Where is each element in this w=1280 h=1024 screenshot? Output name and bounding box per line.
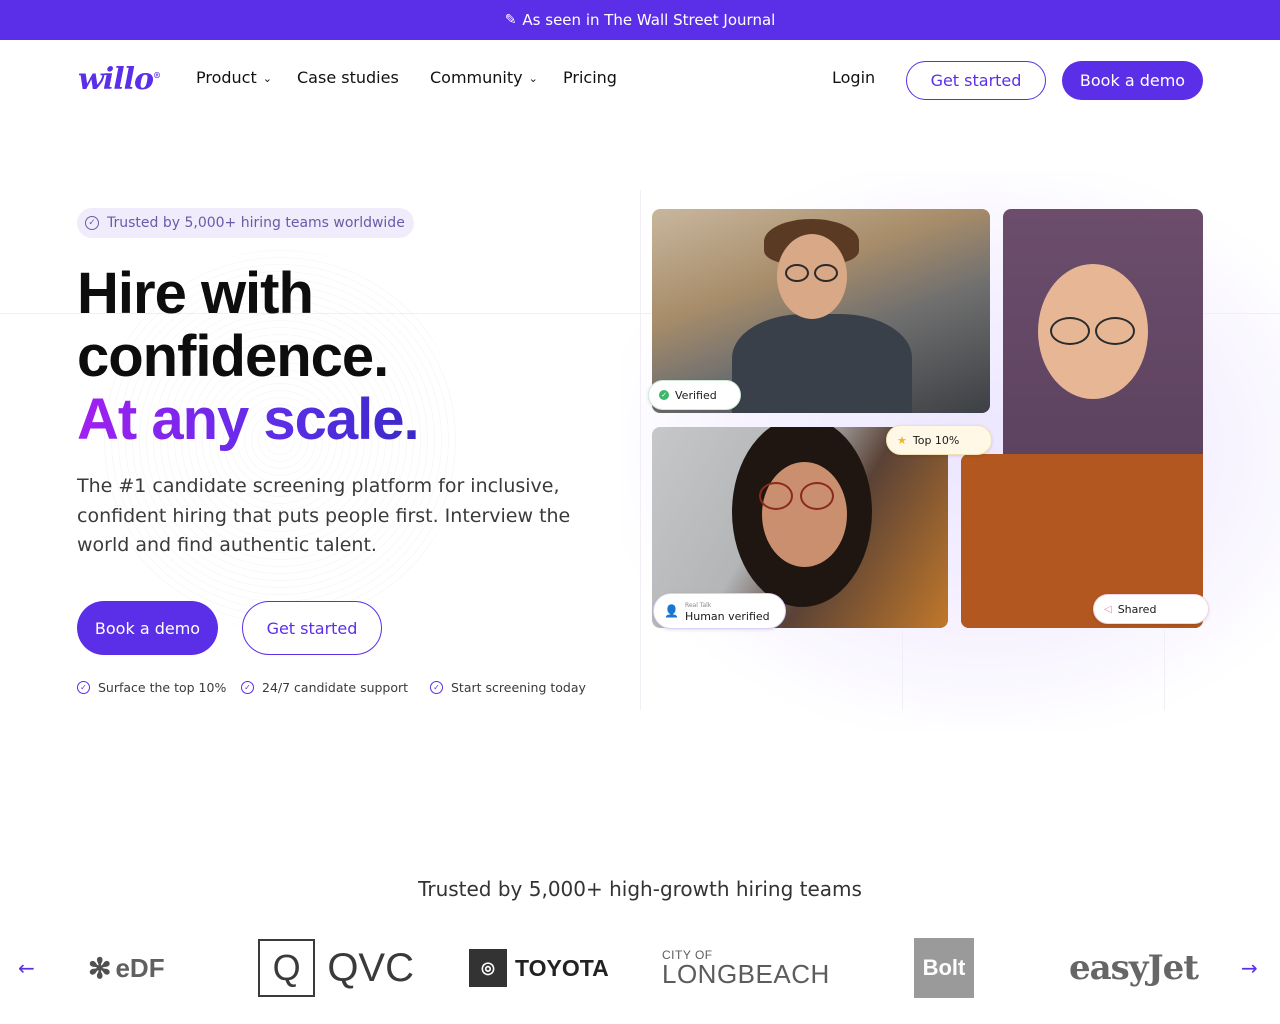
hero-subtext: The #1 candidate screening platform for … <box>77 475 571 556</box>
hero-book-demo-button[interactable]: Book a demo <box>77 601 218 655</box>
easyjet-logo: easyJet <box>1069 938 1221 998</box>
star-icon: ★ <box>897 433 907 447</box>
feature-item: ✓ Surface the top 10% <box>77 680 226 695</box>
check-circle-icon: ✓ <box>241 681 254 694</box>
arrow-left-icon[interactable]: ← <box>18 956 35 980</box>
user-check-icon: 👤 <box>664 604 679 618</box>
photo-shape <box>785 264 809 282</box>
hero-title: Hire with confidence. At any scale. <box>77 261 420 452</box>
photo-shape <box>814 264 838 282</box>
nav-product[interactable]: Product ⌄ <box>196 68 272 87</box>
header-book-demo-button[interactable]: Book a demo <box>1062 61 1203 100</box>
bolt-logo-text: Bolt <box>922 955 966 980</box>
logo-text: willo <box>78 62 154 97</box>
photo-shape <box>800 482 834 510</box>
pencil-icon: ✎ <box>504 12 517 28</box>
chevron-down-icon: ⌄ <box>262 72 272 85</box>
top-10-badge-text: Top 10% <box>912 433 960 447</box>
hero-title-line2: confidence. <box>77 324 389 389</box>
header-get-started-button[interactable]: Get started <box>906 61 1046 100</box>
feature-text: 24/7 candidate support <box>262 680 409 695</box>
candidate-photo-smiling-man <box>1003 209 1203 454</box>
toyota-logo: ◎ TOYOTA <box>469 938 609 998</box>
grid-line <box>902 630 903 710</box>
long-beach-text: LONGBEACH <box>662 959 830 989</box>
toyota-emblem-icon: ◎ <box>469 949 507 987</box>
photo-shape <box>759 482 793 510</box>
willo-logo[interactable]: willo® <box>78 62 161 97</box>
trust-pill: ✓ Trusted by 5,000+ hiring teams worldwi… <box>77 208 414 238</box>
photo-shape <box>762 462 847 567</box>
check-circle-icon: ✓ <box>77 681 90 694</box>
nav-pricing[interactable]: Pricing <box>563 68 617 87</box>
feature-item: ✓ 24/7 candidate support <box>241 680 408 695</box>
hero-get-started-button[interactable]: Get started <box>242 601 382 655</box>
check-circle-icon: ✓ <box>430 681 443 694</box>
toyota-logo-text: TOYOTA <box>515 954 609 981</box>
edf-logo: ✻ eDF <box>88 938 188 998</box>
arrow-right-icon[interactable]: → <box>1241 956 1258 980</box>
hero-title-line3: At any scale. <box>77 387 420 452</box>
logos-heading: Trusted by 5,000+ high-growth hiring tea… <box>418 877 862 901</box>
announcement-bar[interactable]: ✎ As seen in The Wall Street Journal <box>0 0 1280 40</box>
qvc-logo: Q QVC <box>258 938 414 998</box>
feature-text: Start screening today <box>451 680 586 695</box>
bolt-logo: Bolt <box>914 938 974 998</box>
verified-badge: ✓ Verified <box>648 380 741 410</box>
check-circle-icon: ✓ <box>85 216 99 230</box>
chevron-down-icon: ⌄ <box>528 72 538 85</box>
site-header: willo® Product ⌄ Case studies Community … <box>0 40 1280 120</box>
qvc-logo-mark: Q <box>258 939 316 997</box>
hero-title-line1: Hire with <box>77 261 314 326</box>
feature-text: Surface the top 10% <box>98 680 227 695</box>
grid-line <box>1164 630 1165 710</box>
edf-flower-icon: ✻ <box>88 952 112 984</box>
long-beach-logo: CITY OF LONGBEACH <box>662 938 829 998</box>
trust-pill-text: Trusted by 5,000+ hiring teams worldwide <box>107 215 405 231</box>
nav-community[interactable]: Community ⌄ <box>430 68 538 87</box>
human-verified-text: Human verified <box>684 610 770 623</box>
photo-shape <box>1095 317 1135 345</box>
verified-badge-text: Verified <box>675 388 717 402</box>
feature-item: ✓ Start screening today <box>430 680 586 695</box>
nav-case-studies[interactable]: Case studies <box>297 68 399 87</box>
qvc-logo-text: QVC <box>327 945 414 990</box>
photo-shape <box>1050 317 1090 345</box>
nav-community-label: Community <box>430 68 523 87</box>
shared-badge-text: Shared <box>1117 602 1157 616</box>
photo-shape <box>732 314 912 413</box>
shield-check-icon: ✓ <box>659 390 669 400</box>
nav-pricing-label: Pricing <box>563 68 617 87</box>
edf-logo-text: eDF <box>115 952 165 983</box>
shared-badge: ◁ Shared <box>1093 594 1209 624</box>
announcement-text: As seen in The Wall Street Journal <box>522 11 776 29</box>
nav-case-studies-label: Case studies <box>297 68 399 87</box>
easyjet-logo-text: easyJet <box>1069 948 1199 988</box>
human-verified-badge: 👤 Real Talk Human verified <box>653 593 786 629</box>
top-10-badge: ★ Top 10% <box>886 425 992 455</box>
login-link[interactable]: Login <box>832 68 875 87</box>
grid-line <box>640 190 641 710</box>
share-icon: ◁ <box>1104 603 1112 615</box>
nav-product-label: Product <box>196 68 257 87</box>
